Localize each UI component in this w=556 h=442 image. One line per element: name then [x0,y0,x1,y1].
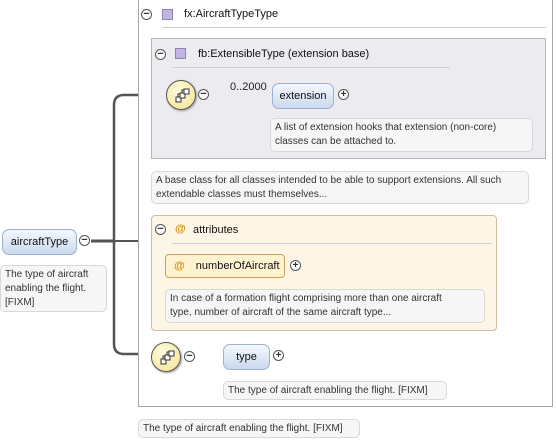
extension-base-title: fb:ExtensibleType (extension base) [198,48,370,60]
sequence-icon[interactable] [151,342,181,372]
attributes-title: attributes [193,224,239,236]
base-doc-line: A base class for all classes intended to… [156,175,502,186]
collapse-icon[interactable]: − [184,351,195,362]
root-doc-line: [FIXM] [5,297,35,308]
attribute-doc-line: In case of a formation flight comprising… [170,293,442,304]
collapse-icon[interactable]: − [198,89,209,100]
number-of-aircraft-attribute[interactable]: @ numberOfAircraft [165,254,285,278]
extension-doc-line: classes can be attached to. [275,136,397,147]
attribute-doc-line: type, number of aircraft of the same air… [170,307,392,318]
attribute-doc: In case of a formation flight comprising… [165,289,485,323]
complex-type-icon [162,9,173,20]
expand-icon[interactable]: + [338,89,349,100]
base-doc-line: extendable classes must themselves... [156,189,328,200]
expand-icon[interactable]: + [273,350,284,361]
collapse-icon[interactable]: − [155,224,166,235]
extension-doc-line: A list of extension hooks that extension… [275,122,497,133]
root-doc-line: The type of aircraft [5,269,89,280]
collapse-icon[interactable]: − [155,49,166,60]
type-element[interactable]: type [223,344,270,370]
attribute-icon: @ [175,223,186,235]
occurrence-label: 0..2000 [230,81,267,93]
sequence-icon[interactable] [166,80,196,110]
type-doc: The type of aircraft enabling the flight… [223,381,447,400]
header-divider [162,27,546,28]
attribute-name: numberOfAircraft [195,260,280,272]
complex-type-title: fx:AircraftTypeType [184,8,279,20]
aircraft-type-doc: The type of aircraft enabling the flight… [0,265,107,312]
collapse-icon[interactable]: − [141,9,152,20]
header-divider [172,67,450,68]
attribute-icon: @ [174,260,185,272]
base-class-doc: A base class for all classes intended to… [151,171,529,204]
expand-icon[interactable]: + [290,260,301,271]
aircraft-type-element[interactable]: aircraftType [2,229,77,255]
collapse-icon[interactable]: − [79,235,90,246]
complex-type-doc: The type of aircraft enabling the flight… [138,419,360,438]
complex-type-icon [175,48,186,59]
header-divider [172,243,492,244]
extension-doc: A list of extension hooks that extension… [270,118,533,152]
root-doc-line: enabling the flight. [5,283,87,294]
extension-element[interactable]: extension [272,83,334,109]
